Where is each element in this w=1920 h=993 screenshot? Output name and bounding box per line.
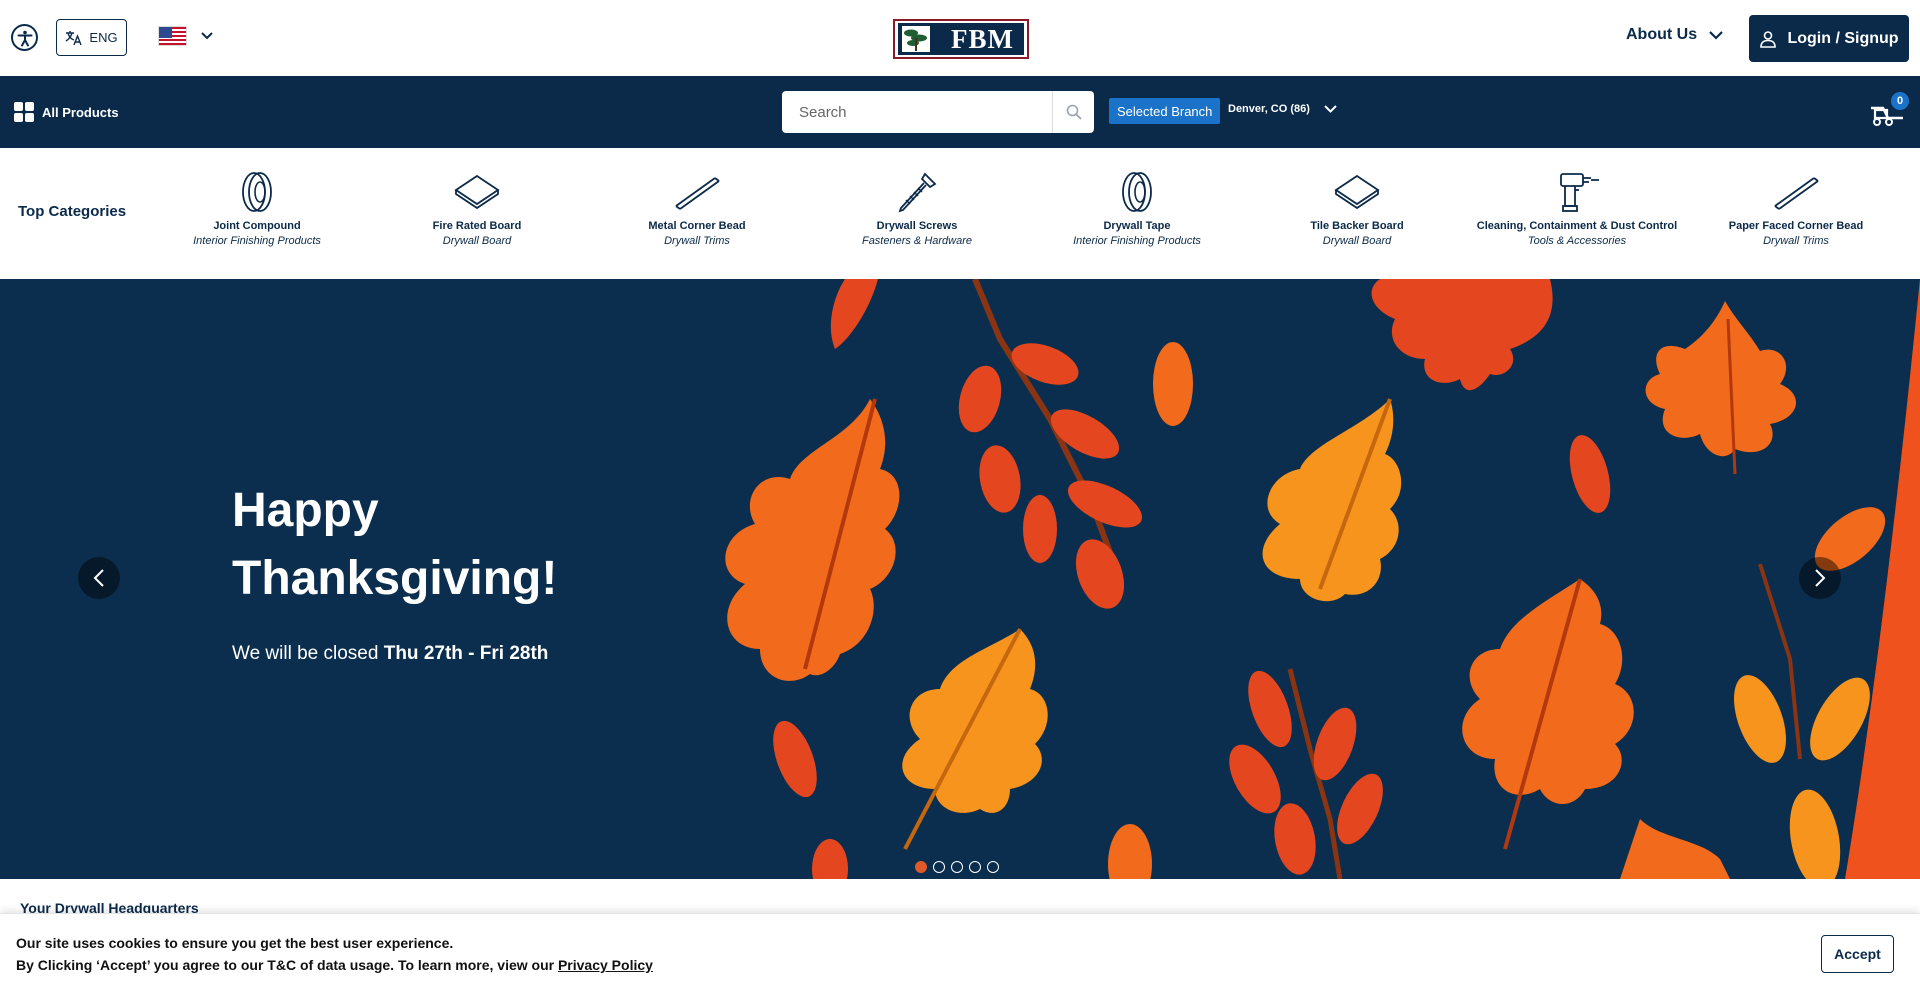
search-button[interactable] [1052, 91, 1094, 133]
tree-logo-icon [902, 26, 930, 52]
top-categories-title: Top Categories [18, 203, 127, 220]
category-name: Drywall Screws [876, 220, 958, 232]
board-icon [454, 174, 500, 210]
branch-selector[interactable]: Denver, CO (86) [1228, 103, 1337, 115]
hero-carousel: Happy Thanksgiving! We will be closed Th… [0, 279, 1920, 879]
grid-icon [14, 102, 34, 122]
category-name: Cleaning, Containment & Dust Control [1476, 220, 1678, 232]
cookie-banner: Our site uses cookies to ensure you get … [0, 913, 1920, 993]
cookie-terms: By Clicking ‘Accept’ you agree to our T&… [16, 957, 653, 973]
category-sub: Drywall Board [442, 235, 512, 247]
category-sub: Interior Finishing Products [1073, 235, 1201, 247]
branch-name: Denver, CO (86) [1228, 103, 1310, 115]
corner-bead-icon [1774, 177, 1819, 210]
category-fire-rated-board[interactable]: Fire Rated Board Drywall Board [367, 170, 587, 247]
all-products-label: All Products [42, 104, 119, 120]
top-header: ENG FBM About Us Login / Signup [0, 0, 1920, 76]
tape-roll-icon [1122, 172, 1152, 212]
category-drywall-tape[interactable]: Drywall Tape Interior Finishing Products [1027, 170, 1247, 247]
cart-button[interactable]: 0 [1867, 92, 1909, 128]
chevron-down-icon [1709, 30, 1723, 40]
category-name: Joint Compound [213, 220, 301, 232]
carousel-dot[interactable] [969, 861, 981, 873]
category-sub: Drywall Trims [664, 235, 730, 247]
login-signup-button[interactable]: Login / Signup [1749, 15, 1909, 62]
category-paper-faced-corner-bead[interactable]: Paper Faced Corner Bead Drywall Trims [1686, 170, 1906, 247]
search-icon [1066, 104, 1082, 120]
category-sub: Fasteners & Hardware [861, 235, 973, 247]
category-cleaning-containment[interactable]: Cleaning, Containment & Dust Control Too… [1467, 170, 1687, 247]
top-categories: Top Categories Joint Compound Interior F… [0, 148, 1920, 279]
accessibility-icon [17, 30, 32, 46]
translate-icon [66, 30, 83, 45]
search-input[interactable] [782, 91, 1052, 133]
tape-roll-icon [242, 172, 272, 212]
drill-icon [1560, 173, 1599, 212]
cart-count-badge: 0 [1891, 92, 1909, 110]
chevron-left-icon [93, 569, 104, 587]
carousel-dots [915, 861, 999, 873]
privacy-policy-link[interactable]: Privacy Policy [558, 957, 653, 973]
category-name: Fire Rated Board [432, 220, 522, 232]
logo-text: FBM [951, 23, 1014, 54]
category-name: Drywall Tape [1103, 220, 1171, 232]
hero-subtitle-dates: Thu 27th - Fri 28th [383, 643, 549, 664]
category-name: Tile Backer Board [1310, 220, 1404, 232]
carousel-dot[interactable] [933, 861, 945, 873]
accept-cookies-button[interactable]: Accept [1821, 935, 1894, 973]
category-metal-corner-bead[interactable]: Metal Corner Bead Drywall Trims [587, 170, 807, 247]
accessibility-button[interactable] [11, 24, 38, 51]
category-sub: Tools & Accessories [1527, 235, 1627, 247]
corner-bead-icon [675, 177, 720, 210]
hero-subtitle: We will be closed Thu 27th - Fri 28th [232, 643, 548, 665]
carousel-dot[interactable] [987, 861, 999, 873]
login-label: Login / Signup [1787, 29, 1899, 47]
carousel-dot[interactable] [915, 861, 927, 873]
about-us-label: About Us [1626, 26, 1698, 43]
main-navbar: All Products Selected Branch Denver, CO … [0, 76, 1920, 148]
screw-icon [898, 172, 937, 213]
category-sub: Interior Finishing Products [193, 235, 321, 247]
category-joint-compound[interactable]: Joint Compound Interior Finishing Produc… [147, 170, 367, 247]
category-drywall-screws[interactable]: Drywall Screws Fasteners & Hardware [807, 170, 1027, 247]
all-products-button[interactable]: All Products [14, 102, 119, 122]
cookie-terms-text: By Clicking ‘Accept’ you agree to our T&… [16, 957, 558, 973]
selected-branch-badge: Selected Branch [1109, 98, 1221, 124]
carousel-dot[interactable] [951, 861, 963, 873]
category-name: Paper Faced Corner Bead [1728, 220, 1864, 232]
country-selector[interactable] [158, 26, 213, 46]
chevron-down-icon [201, 32, 213, 40]
carousel-prev-button[interactable] [78, 557, 120, 599]
language-button[interactable]: ENG [56, 19, 127, 56]
user-icon [1760, 30, 1777, 48]
category-sub: Drywall Trims [1763, 235, 1829, 247]
category-sub: Drywall Board [1322, 235, 1392, 247]
cookie-message: Our site uses cookies to ensure you get … [16, 935, 454, 951]
category-name: Metal Corner Bead [648, 220, 746, 232]
hero-title: Happy Thanksgiving! [232, 484, 558, 605]
search-bar [782, 91, 1094, 133]
chevron-right-icon [1815, 569, 1826, 587]
chevron-down-icon [1324, 105, 1337, 113]
hero-subtitle-prefix: We will be closed [232, 643, 384, 664]
category-tile-backer-board[interactable]: Tile Backer Board Drywall Board [1247, 170, 1467, 247]
language-label: ENG [89, 30, 118, 45]
us-flag-icon [158, 26, 187, 46]
about-us-menu[interactable]: About Us [1626, 26, 1723, 44]
fbm-logo[interactable]: FBM [893, 19, 1029, 59]
board-icon [1334, 174, 1380, 210]
carousel-next-button[interactable] [1799, 557, 1841, 599]
